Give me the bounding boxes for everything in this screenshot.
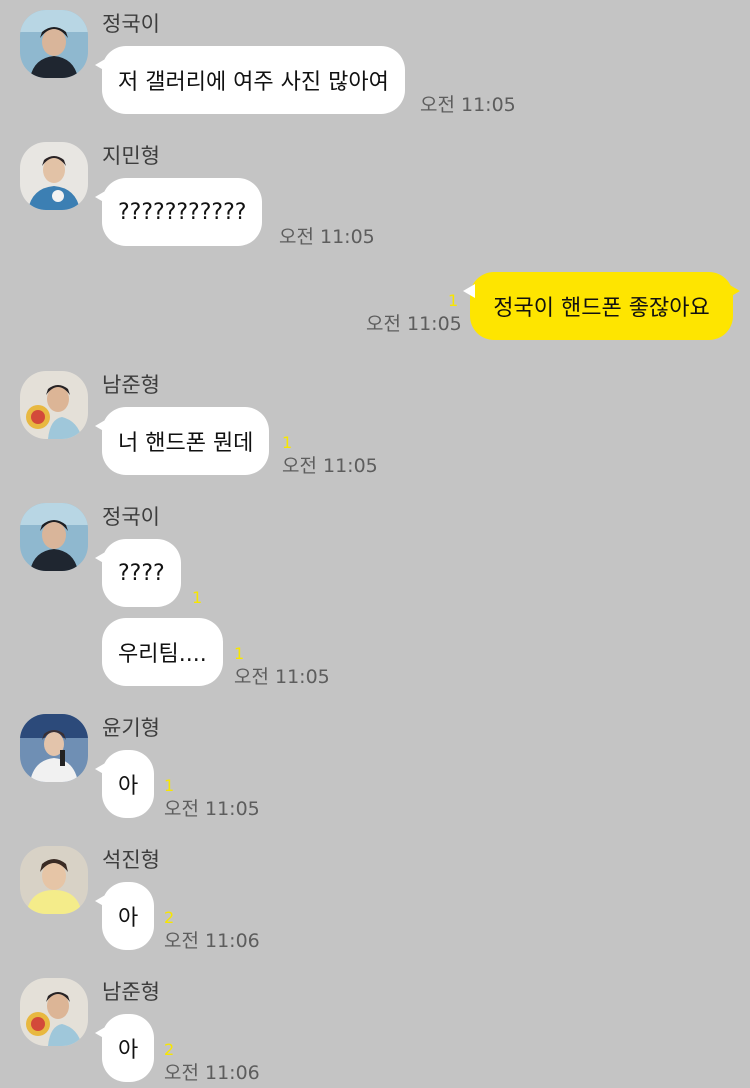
message-time: 오전 11:05 — [366, 313, 462, 335]
message-time: 오전 11:05 — [420, 94, 516, 116]
message-bubble[interactable]: 아 — [94, 750, 155, 818]
avatar[interactable] — [20, 503, 88, 571]
avatar[interactable] — [20, 142, 88, 210]
unread-count: 1 — [448, 291, 459, 310]
sender-name: 지민형 — [102, 144, 160, 168]
message-bubble[interactable]: 아 — [94, 882, 155, 950]
avatar[interactable] — [20, 714, 88, 782]
avatar[interactable] — [20, 371, 88, 439]
unread-count: 2 — [164, 908, 175, 927]
message-bubble[interactable]: 너 핸드폰 뭔데 — [94, 407, 270, 475]
message-bubble[interactable]: 우리팀.... — [102, 618, 223, 686]
message-time: 오전 11:06 — [164, 930, 260, 952]
message-time: 오전 11:05 — [282, 455, 378, 477]
unread-count: 1 — [192, 588, 203, 607]
message-time: 오전 11:05 — [279, 226, 375, 248]
unread-count: 2 — [164, 1040, 175, 1059]
message-bubble[interactable]: ??????????? — [94, 178, 263, 246]
unread-count: 1 — [282, 433, 293, 452]
avatar[interactable] — [20, 978, 88, 1046]
my-message-bubble[interactable]: 정국이 핸드폰 좋잖아요 — [463, 272, 740, 340]
message-time: 오전 11:05 — [234, 666, 330, 688]
avatar[interactable] — [20, 846, 88, 914]
message-time: 오전 11:06 — [164, 1062, 260, 1084]
message-bubble[interactable]: ???? — [95, 539, 181, 607]
message-bubble[interactable]: 저 갤러리에 여주 사진 많아여 — [95, 46, 405, 114]
message-bubble[interactable]: 아 — [94, 1014, 155, 1082]
sender-name: 남준형 — [102, 373, 160, 397]
sender-name: 석진형 — [102, 848, 160, 872]
sender-name: 남준형 — [102, 980, 160, 1004]
sender-name: 정국이 — [102, 505, 160, 529]
sender-name: 윤기형 — [102, 716, 160, 740]
unread-count: 1 — [164, 776, 175, 795]
unread-count: 1 — [234, 644, 245, 663]
sender-name: 정국이 — [102, 12, 160, 36]
avatar[interactable] — [20, 10, 88, 78]
message-time: 오전 11:05 — [164, 798, 260, 820]
